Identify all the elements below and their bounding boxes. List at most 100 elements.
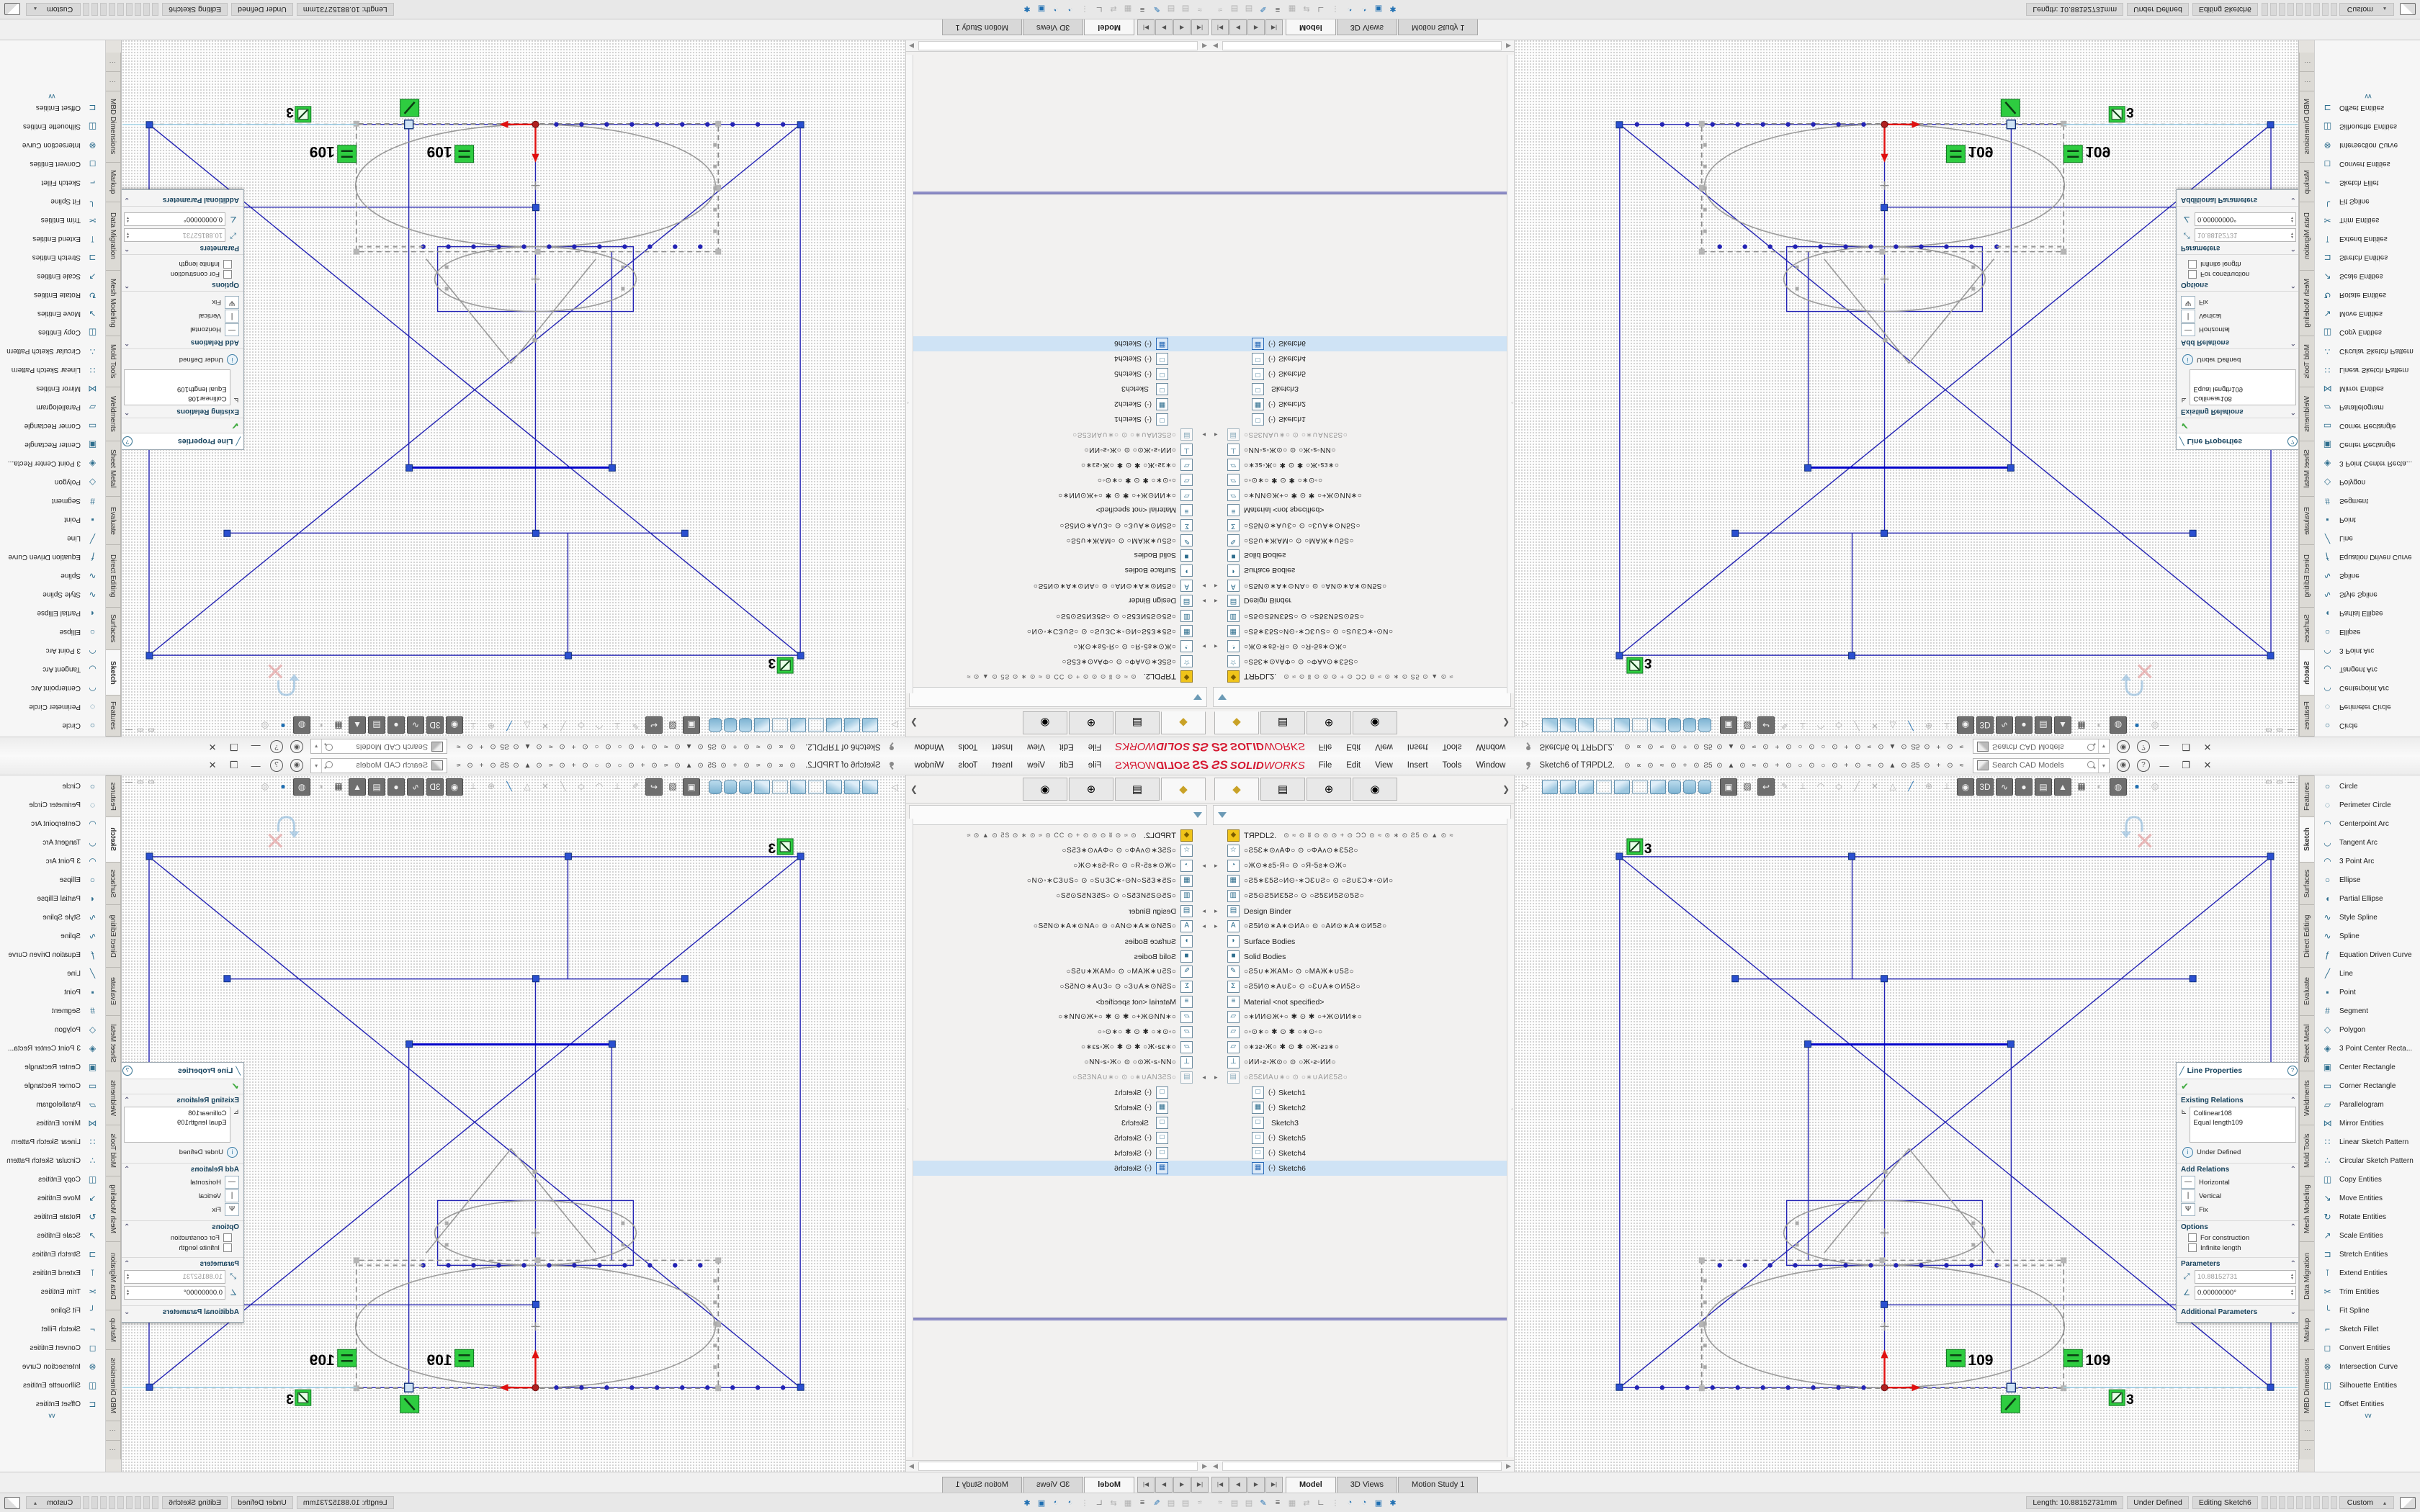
tree-row[interactable]: Σ ○Ƨ5И⊙∗A∪Ɛ○ ⊙ ○Ɛ∪A∗⊙И5Ƨ○ <box>906 979 1210 994</box>
menu-item[interactable]: Window <box>1469 741 1512 752</box>
command-tab[interactable]: ⋮ <box>2299 1440 2315 1459</box>
sketch-tool-icon[interactable]: ⊥ <box>609 778 625 794</box>
sketch-tool-item[interactable]: ╰ Fit Spline <box>0 1301 105 1320</box>
tree-row[interactable]: ▱ ○∗зƨ◦Ж○ ✱ ⊙ ✱ ○Ж◦ƨз∗○ <box>906 457 1210 472</box>
sketch-tool-item[interactable]: ⊗ Intersection Curve <box>2315 136 2420 155</box>
toolbar-icon[interactable]: ≈ <box>753 743 763 751</box>
doc-window-button[interactable]: — <box>125 726 133 734</box>
toolbar-icon[interactable]: ⊙ <box>534 762 544 770</box>
toolbar-icon[interactable]: ⊙ <box>718 762 729 770</box>
view-cube-icon[interactable] <box>739 718 752 732</box>
sketch-tool-icon[interactable]: ◍ <box>293 716 310 734</box>
view-cube-icon[interactable] <box>709 780 722 794</box>
sketch-tool-item[interactable]: ∿ Spline <box>0 927 105 945</box>
expand-arrow-icon[interactable]: ▸ <box>1202 597 1206 605</box>
exit-sketch-icon[interactable]: ⮌ <box>273 795 302 840</box>
command-tab[interactable]: Sheet Metal <box>2299 1015 2315 1071</box>
document-tab[interactable]: Model <box>1084 19 1134 35</box>
tree-row[interactable]: ▱ ○∗зƨ◦Ж○ ✱ ⊙ ✱ ○Ж◦ƨз∗○ <box>1210 1040 1514 1055</box>
command-tab[interactable]: Surfaces <box>105 608 121 650</box>
command-tab[interactable]: Mesh Modeling <box>105 271 121 336</box>
sketch-tool-icon[interactable]: ▣ <box>1720 778 1737 796</box>
sketch-tool-icon[interactable]: 3D <box>426 716 444 734</box>
relation-item[interactable]: Equal length109 <box>127 1118 227 1128</box>
status-icon[interactable]: ≈ <box>1194 1498 1206 1507</box>
spinner-icons[interactable]: ▴▾ <box>127 1274 129 1281</box>
scroll-left-icon[interactable]: ◀ <box>1199 42 1210 50</box>
expand-arrow-icon[interactable]: ▸ <box>1214 642 1218 650</box>
unit-system-dropdown[interactable]: Custom ▴ <box>26 1496 81 1509</box>
command-tab[interactable]: Weldments <box>105 1071 121 1125</box>
checkbox[interactable] <box>223 1243 232 1252</box>
angle-field[interactable]: 0.00000000° ▴▾ <box>2195 212 2296 226</box>
tree-row[interactable]: ▱ ○◦⊙∗○ ✱ ⊙ ✱ ○∗⊙◦○ <box>906 1025 1210 1040</box>
toolbar-icon[interactable]: ⊙ <box>741 762 752 770</box>
tree-row[interactable]: ▦ (-) Sketch2 <box>1210 1100 1514 1115</box>
menu-item[interactable]: Edit <box>1053 741 1080 752</box>
checkbox[interactable] <box>223 270 232 279</box>
sketch-tool-icon[interactable]: ∿ <box>1996 778 2013 796</box>
sketch-tool-item[interactable]: ◫ Silhouette Entities <box>2315 1376 2420 1395</box>
sketch-tool-item[interactable]: ▭ Corner Rectangle <box>0 417 105 436</box>
tree-row[interactable]: ▸ ▤ ○Ƨ5ƐИA∪∗○ ⊙ ○∗∪AИƐ5Ƨ○ <box>906 1070 1210 1085</box>
toolbar-icon[interactable]: ⊙ <box>1899 743 1909 751</box>
sketch-tool-item[interactable]: ⊐ Stretch Entities <box>0 248 105 267</box>
sketch-tool-icon[interactable]: ⊥ <box>1939 718 1955 734</box>
sketch-tool-icon[interactable]: ╱ <box>1903 718 1919 734</box>
unit-system-dropdown[interactable]: Custom ▴ <box>26 3 81 16</box>
scroll-right-icon[interactable]: ▶ <box>906 1462 917 1470</box>
doc-window-button[interactable]: ▭ <box>2277 778 2283 786</box>
sketch-tool-item[interactable]: ⊗ Intersection Curve <box>0 1357 105 1376</box>
toolbar-icon[interactable]: ▲ <box>1887 762 1898 770</box>
sketch-tool-item[interactable]: ⋈ Mirror Entities <box>2315 1114 2420 1133</box>
tree-row[interactable]: ▸ ◔ ○Ж⊙∗ƨ5◦Я○ ⊙ ○Я◦5ƨ∗⊙Ж○ <box>906 858 1210 873</box>
view-cube-icon[interactable] <box>1542 780 1558 794</box>
status-icon[interactable]: ⇄ <box>1301 1498 1312 1508</box>
close-button[interactable]: ✕ <box>2200 760 2215 771</box>
tree-row[interactable]: ▸ ▤ Design Binder <box>1210 904 1514 919</box>
unit-system-dropdown[interactable]: Custom ▴ <box>2339 1496 2394 1509</box>
command-tab[interactable]: ⋮ <box>2299 1421 2315 1440</box>
spinner-icons[interactable]: ▴▾ <box>127 216 129 223</box>
expand-arrow-icon[interactable]: ▸ <box>1214 431 1218 438</box>
command-tab[interactable]: Sheet Metal <box>105 1015 121 1071</box>
collapse-icon[interactable]: ⌃ <box>124 1223 130 1231</box>
status-icon[interactable]: ▣ <box>1373 5 1384 14</box>
command-tab[interactable]: Evaluate <box>105 967 121 1015</box>
status-icon[interactable]: ≈ <box>1214 5 1226 14</box>
view-cube-icon[interactable] <box>1698 780 1711 794</box>
toolbar-icon[interactable]: + <box>637 762 648 770</box>
sketch-tool-item[interactable]: ∿ Style Spline <box>0 908 105 927</box>
sketch-tool-item[interactable]: ○ Circle <box>2315 716 2420 735</box>
sketch-tool-item[interactable]: ∿ Spline <box>0 567 105 585</box>
search-box[interactable]: Search CAD Models ▾ <box>1973 739 2110 755</box>
minimize-button[interactable]: — <box>248 742 263 752</box>
tree-row[interactable]: ▦ ○Ƨ5∗Ɛ5Ƨ○И⊙◦∗ƆƐ∪Ƨ○ ⊙ ○Ƨ∪ƐƆ∗◦⊙И○ <box>906 873 1210 888</box>
toolbar-icon[interactable]: ⊙ <box>626 762 637 770</box>
panel-help-icon[interactable]: ? <box>122 1066 133 1076</box>
sketch-tool-item[interactable]: ▪ Point <box>2315 510 2420 529</box>
status-icon[interactable]: ▤ <box>1243 5 1255 14</box>
more-tools-chevron-icon[interactable]: ∨∨ <box>0 94 105 99</box>
sketch-tool-icon[interactable]: ◇ <box>1831 778 1847 794</box>
toolbar-icon[interactable]: Ƨ5 <box>499 743 510 751</box>
menu-item[interactable]: Tools <box>1436 760 1469 771</box>
toolbar-icon[interactable]: ≈ <box>1864 743 1875 751</box>
status-icon[interactable]: ⋮ <box>1330 5 1341 14</box>
sketch-tool-icon[interactable]: ↩ <box>645 778 663 796</box>
status-icon[interactable]: ⋮ <box>1079 5 1090 14</box>
sketch-tool-item[interactable]: ↻ Rotate Entities <box>0 1207 105 1226</box>
sketch-tool-icon[interactable]: ╱ <box>1849 718 1865 734</box>
tree-row[interactable]: ◗ Surface Bodies <box>1210 563 1514 578</box>
command-tab[interactable]: Markup <box>2299 1310 2315 1349</box>
view-cube-icon[interactable] <box>1560 780 1576 794</box>
menu-item[interactable]: Edit <box>1340 760 1367 771</box>
checkbox[interactable] <box>2188 1243 2197 1252</box>
command-tab[interactable]: Markup <box>105 1310 121 1349</box>
command-tab[interactable]: ⋮ <box>2299 72 2315 91</box>
toolbar-icon[interactable]: ⊙ <box>695 743 706 751</box>
status-icon[interactable]: ▤ <box>1243 1498 1255 1508</box>
add-relation-button[interactable]: | Vertical <box>2181 310 2296 323</box>
status-icon[interactable]: ≈ <box>1214 1498 1226 1507</box>
sketch-tool-icon[interactable]: ◐ <box>2092 778 2107 794</box>
